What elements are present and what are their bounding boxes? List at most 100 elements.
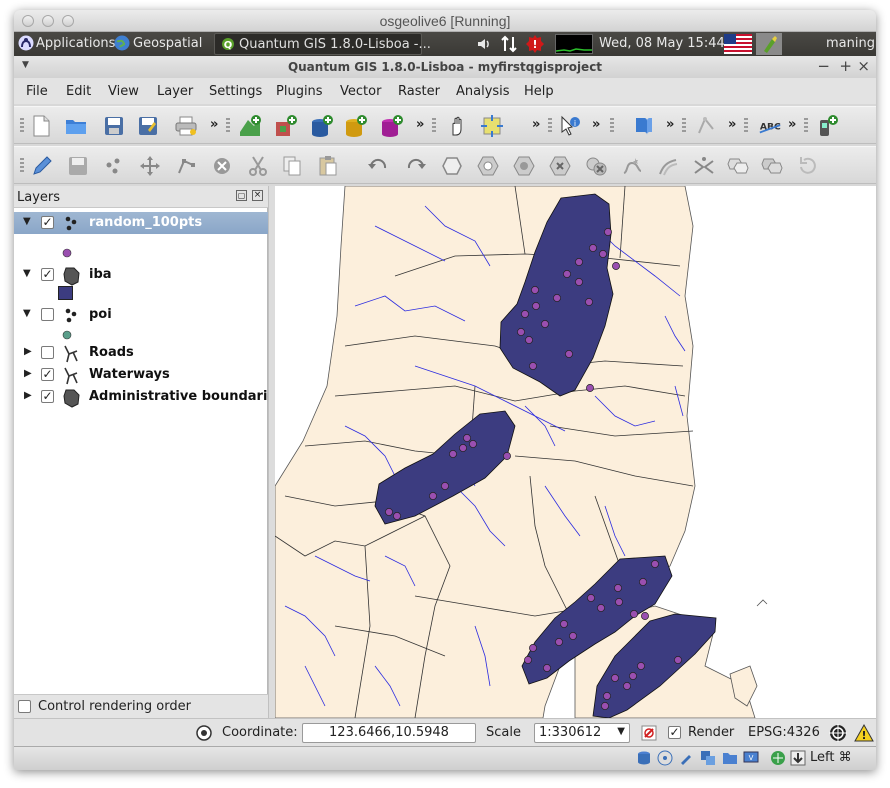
- optical-drive-icon[interactable]: [657, 750, 673, 770]
- usb-icon[interactable]: [678, 750, 694, 770]
- clock[interactable]: Wed, 08 May 15:44: [599, 36, 725, 51]
- add-spatialite-layer-icon[interactable]: [344, 114, 368, 138]
- toolbar-grip[interactable]: [20, 118, 24, 134]
- ubuntu-logo-icon[interactable]: [18, 35, 34, 55]
- delete-part-icon[interactable]: [584, 154, 608, 178]
- offset-curve-icon[interactable]: [656, 154, 680, 178]
- close-icon[interactable]: ×: [857, 57, 870, 75]
- add-postgis-layer-icon[interactable]: [310, 114, 334, 138]
- pan-hand-icon[interactable]: [446, 114, 470, 138]
- rotate-symbols-icon[interactable]: [796, 154, 820, 178]
- copy-features-icon[interactable]: [280, 154, 304, 178]
- menu-layer[interactable]: Layer: [157, 84, 193, 99]
- control-rendering-order-checkbox[interactable]: [18, 700, 31, 713]
- open-project-icon[interactable]: [64, 114, 88, 138]
- expand-arrow-icon[interactable]: ▼: [23, 216, 31, 227]
- layer-visibility-checkbox[interactable]: [41, 308, 54, 321]
- collapsed-arrow-icon[interactable]: ▶: [24, 346, 32, 357]
- digitize-tool-icon[interactable]: [694, 114, 718, 138]
- display-icon[interactable]: V: [743, 750, 759, 770]
- help-book-icon[interactable]: [632, 114, 656, 138]
- save-edits-icon[interactable]: [66, 154, 90, 178]
- layer-visibility-checkbox[interactable]: [41, 346, 54, 359]
- add-mssql-layer-icon[interactable]: [380, 114, 404, 138]
- toolbar-grip[interactable]: [804, 118, 808, 134]
- toolbar-overflow-1[interactable]: »: [210, 117, 218, 132]
- folder-icon[interactable]: [722, 750, 738, 770]
- toolbar-overflow-6[interactable]: »: [728, 117, 736, 132]
- toolbar-overflow-3[interactable]: »: [532, 117, 540, 132]
- add-ring-icon[interactable]: [476, 154, 500, 178]
- applications-menu[interactable]: Applications: [36, 36, 115, 51]
- crs-label[interactable]: EPSG:4326: [748, 725, 820, 740]
- menu-analysis[interactable]: Analysis: [456, 84, 510, 99]
- delete-selected-icon[interactable]: [210, 154, 234, 178]
- add-raster-layer-icon[interactable]: [274, 114, 298, 138]
- taskbar-qgis-button[interactable]: Q Quantum GIS 1.8.0-Lisboa -...: [214, 33, 431, 55]
- shared-folders-icon[interactable]: [700, 750, 716, 770]
- toggle-editing-icon[interactable]: [30, 154, 54, 178]
- undo-icon[interactable]: [366, 154, 390, 178]
- add-point-icon[interactable]: [102, 154, 126, 178]
- us-flag-keyboard-icon[interactable]: [724, 34, 752, 58]
- label-tool-icon[interactable]: ABC: [758, 114, 782, 138]
- layer-visibility-checkbox[interactable]: ✓: [41, 390, 54, 403]
- menu-help[interactable]: Help: [524, 84, 554, 99]
- expand-arrow-icon[interactable]: ▼: [23, 268, 31, 279]
- toolbar-grip[interactable]: [20, 158, 24, 174]
- simplify-feature-icon[interactable]: [440, 154, 464, 178]
- menu-edit[interactable]: Edit: [66, 84, 91, 99]
- network-icon[interactable]: [770, 750, 786, 770]
- float-panel-icon[interactable]: ▢: [236, 190, 247, 201]
- add-part-icon[interactable]: [512, 154, 536, 178]
- paste-features-icon[interactable]: [316, 154, 340, 178]
- menu-file[interactable]: File: [26, 84, 48, 99]
- layer-row-waterways[interactable]: ▶ ✓ Waterways: [14, 364, 268, 386]
- qgis-tray-icon[interactable]: [756, 33, 782, 55]
- menu-settings[interactable]: Settings: [209, 84, 262, 99]
- window-menu-icon[interactable]: ▼: [22, 60, 29, 70]
- layer-row-poi[interactable]: ▼ poi: [14, 304, 268, 326]
- toolbar-grip[interactable]: [432, 118, 436, 134]
- redo-icon[interactable]: [404, 154, 428, 178]
- toolbar-overflow-2[interactable]: »: [416, 117, 424, 132]
- add-vector-layer-icon[interactable]: [238, 114, 262, 138]
- menu-view[interactable]: View: [108, 84, 139, 99]
- stop-rendering-icon[interactable]: [640, 724, 658, 746]
- merge-features-icon[interactable]: [726, 154, 750, 178]
- menu-vector[interactable]: Vector: [340, 84, 381, 99]
- cut-features-icon[interactable]: [246, 154, 270, 178]
- identify-features-icon[interactable]: i: [558, 114, 582, 138]
- toolbar-grip[interactable]: [226, 118, 230, 134]
- reshape-feature-icon[interactable]: [620, 154, 644, 178]
- minimize-icon[interactable]: −: [817, 57, 830, 75]
- system-monitor-graph[interactable]: [555, 34, 593, 54]
- layer-visibility-checkbox[interactable]: ✓: [41, 268, 54, 281]
- collapsed-arrow-icon[interactable]: ▶: [24, 368, 32, 379]
- maximize-icon[interactable]: +: [839, 57, 852, 75]
- panel-splitter[interactable]: [268, 186, 275, 718]
- update-alert-icon[interactable]: !: [525, 34, 545, 58]
- toolbar-grip[interactable]: [548, 118, 552, 134]
- render-checkbox[interactable]: ✓: [668, 726, 681, 739]
- node-tool-icon[interactable]: [174, 154, 198, 178]
- download-arrow-icon[interactable]: [790, 750, 806, 770]
- map-canvas[interactable]: [275, 186, 876, 718]
- layer-row-random-100pts[interactable]: ▼ ✓ random_100pts: [14, 212, 268, 234]
- mouse-coordinate-icon[interactable]: [195, 724, 213, 746]
- menu-plugins[interactable]: Plugins: [276, 84, 323, 99]
- save-as-icon[interactable]: [136, 114, 160, 138]
- coordinate-field[interactable]: 123.6466,10.5948: [302, 723, 476, 743]
- menu-raster[interactable]: Raster: [398, 84, 440, 99]
- merge-attributes-icon[interactable]: [760, 154, 784, 178]
- expand-arrow-icon[interactable]: ▼: [23, 308, 31, 319]
- network-arrows-icon[interactable]: [500, 35, 518, 57]
- warning-icon[interactable]: !: [854, 723, 874, 747]
- layer-row-administrative-boundaries[interactable]: ▶ ✓ Administrative boundaries: [14, 386, 284, 408]
- toolbar-overflow-7[interactable]: »: [788, 117, 796, 132]
- layer-row-roads[interactable]: ▶ Roads: [14, 342, 268, 364]
- toolbar-overflow-4[interactable]: »: [592, 117, 600, 132]
- new-project-icon[interactable]: [29, 114, 53, 138]
- volume-icon[interactable]: [476, 36, 492, 56]
- toolbar-grip[interactable]: [610, 118, 614, 134]
